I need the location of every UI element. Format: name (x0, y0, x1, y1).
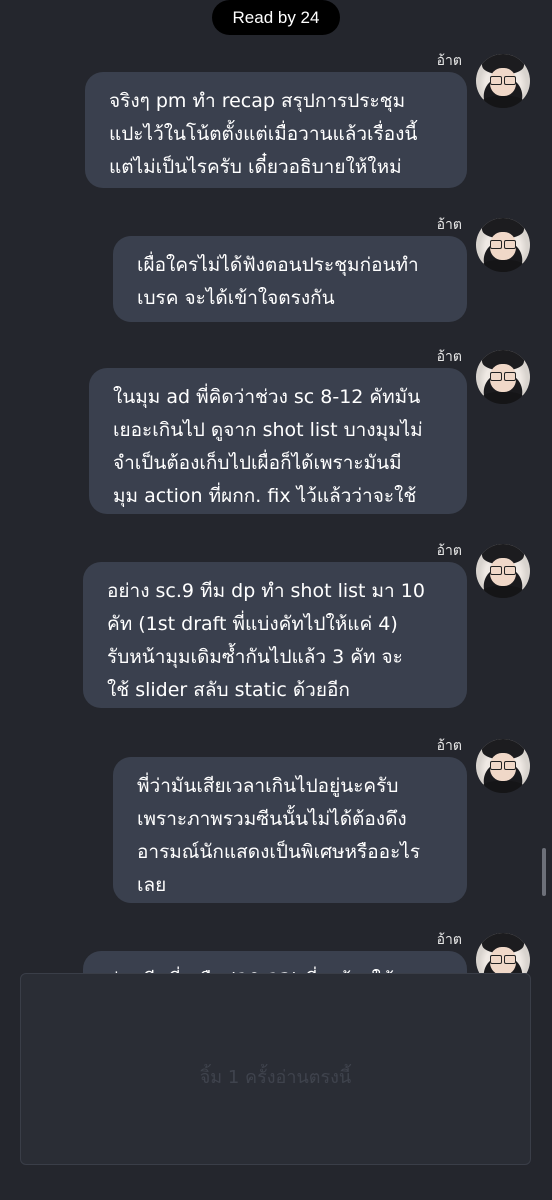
read-receipt-badge[interactable]: Read by 24 (212, 0, 340, 35)
message-bubble[interactable]: จริงๆ pm ทำ recap สรุปการประชุม แปะไว้ใน… (85, 72, 467, 188)
sender-name: อ้าต (436, 217, 462, 233)
chat-screen: Read by 24 อ้าต จริงๆ pm ทำ recap สรุปกา… (0, 0, 552, 1200)
avatar-icon[interactable] (476, 544, 530, 598)
avatar-icon[interactable] (476, 350, 530, 404)
message-composer[interactable]: จิ้ม 1 ครั้งอ่านตรงนี้ (20, 973, 531, 1165)
avatar-icon[interactable] (476, 218, 530, 272)
sender-name: อ้าต (436, 349, 462, 365)
avatar-icon[interactable] (476, 739, 530, 793)
avatar-icon[interactable] (476, 54, 530, 108)
message-bubble[interactable]: อย่าง sc.9 ทีม dp ทำ shot list มา 10 คัท… (83, 562, 467, 708)
sender-name: อ้าต (436, 738, 462, 754)
scrollbar-thumb[interactable] (542, 848, 546, 896)
message-bubble[interactable]: พี่ว่ามันเสียเวลาเกินไปอยู่นะครับ เพราะภ… (113, 757, 467, 903)
sender-name: อ้าต (436, 53, 462, 69)
message-bubble[interactable]: ในมุม ad พี่คิดว่าช่วง sc 8-12 คัทมัน เย… (89, 368, 467, 514)
sender-name: อ้าต (436, 543, 462, 559)
message-bubble[interactable]: เผื่อใครไม่ได้ฟังตอนประชุมก่อนทำ เบรค จะ… (113, 236, 467, 322)
bottom-spacer (0, 1175, 552, 1200)
composer-placeholder: จิ้ม 1 ครั้งอ่านตรงนี้ (199, 1067, 352, 1088)
sender-name: อ้าต (436, 932, 462, 948)
